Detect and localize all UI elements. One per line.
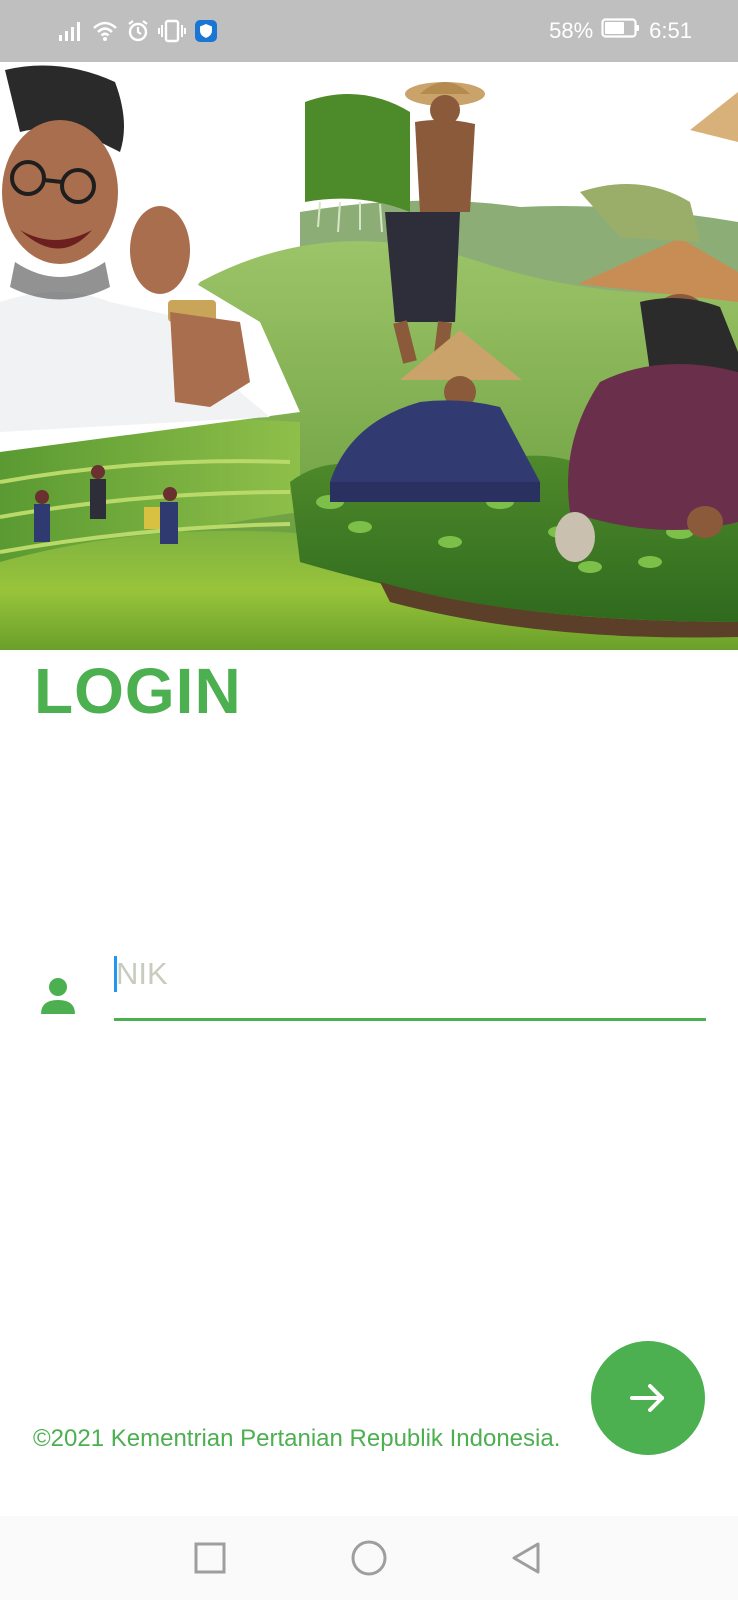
arrow-right-icon (630, 1384, 664, 1412)
login-submit-button[interactable] (591, 1341, 705, 1455)
home-icon (351, 1540, 387, 1576)
status-bar: 58% 6:51 (0, 0, 738, 62)
status-icons (58, 16, 218, 46)
copyright-text: ©2021 Kementrian Pertanian Republik Indo… (33, 1425, 561, 1452)
hero-banner-image (0, 62, 738, 650)
back-button[interactable] (504, 1536, 548, 1580)
vibrate-icon (158, 19, 186, 43)
login-screen: 58% 6:51 LOGIN NIK ©2021 Kementrian Pert… (0, 0, 738, 1600)
back-icon (512, 1542, 540, 1574)
recents-icon (194, 1542, 226, 1574)
login-title: LOGIN (34, 655, 242, 727)
shield-app-icon (194, 19, 218, 43)
nik-field-underline (114, 1018, 706, 1021)
status-right: 58% 6:51 (549, 14, 692, 48)
recents-button[interactable] (188, 1536, 232, 1580)
signal-icon (58, 20, 84, 42)
battery-percent: 58% (549, 18, 594, 43)
clock: 6:51 (649, 18, 692, 43)
user-icon (38, 976, 78, 1016)
battery-icon (601, 17, 641, 45)
nik-input[interactable] (114, 948, 706, 1018)
text-cursor (114, 956, 117, 992)
alarm-icon (126, 19, 150, 43)
system-nav-bar (0, 1516, 738, 1600)
home-button[interactable] (347, 1536, 391, 1580)
nik-field[interactable] (114, 948, 706, 1022)
wifi-icon (92, 20, 118, 42)
